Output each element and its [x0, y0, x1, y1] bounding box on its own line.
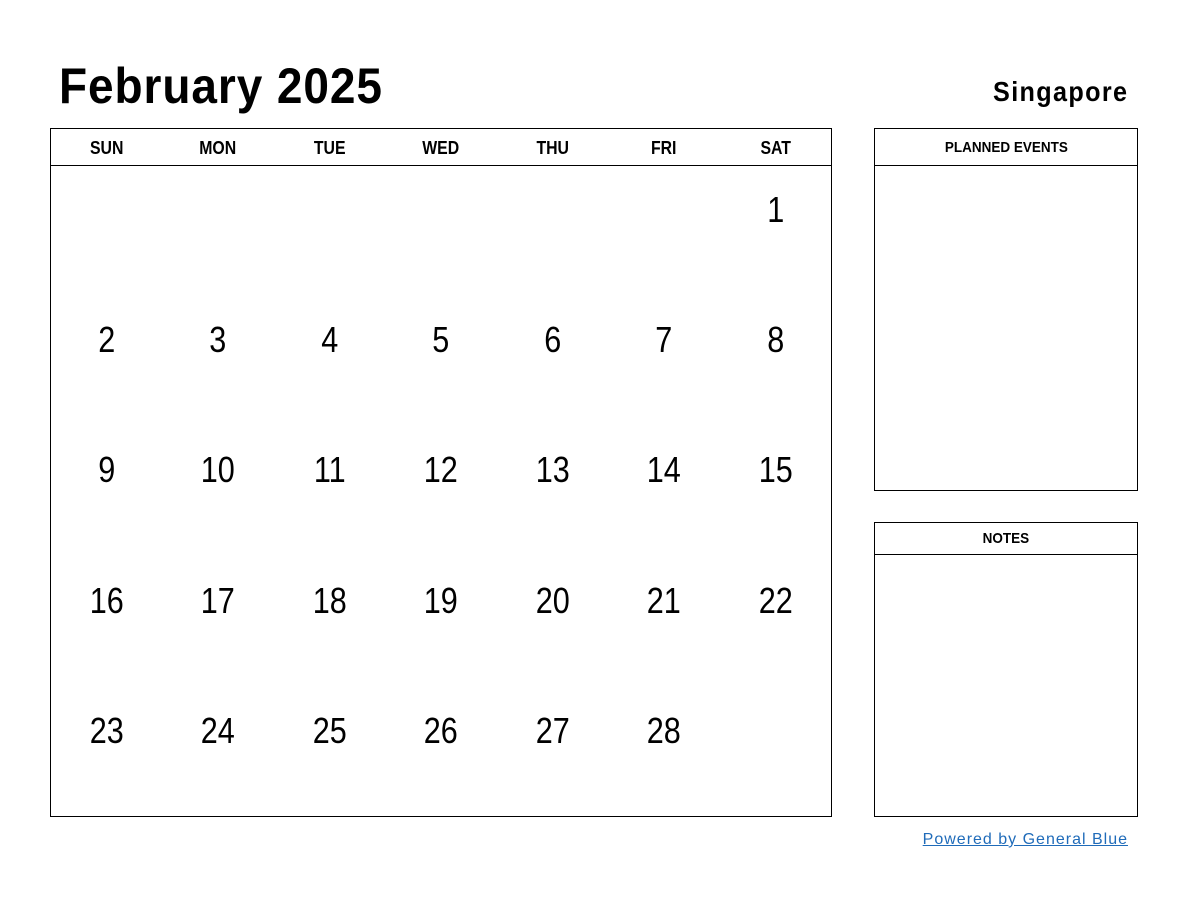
day-cell: 4 — [321, 319, 339, 361]
day-cell: 17 — [201, 579, 236, 621]
empty-day-cell — [59, 166, 154, 296]
notes-panel: NOTES — [874, 522, 1138, 817]
empty-day-cell — [282, 166, 377, 296]
day-cell: 10 — [201, 449, 236, 491]
planned-events-label: PLANNED EVENTS — [944, 139, 1068, 156]
day-cell: 24 — [201, 709, 236, 751]
page-title: February 2025 — [59, 58, 383, 114]
planned-events-panel: PLANNED EVENTS — [874, 128, 1138, 491]
day-cell: 26 — [423, 709, 459, 751]
empty-day-cell — [616, 166, 711, 296]
day-cell: 5 — [432, 319, 450, 361]
day-cell: 1 — [766, 189, 784, 230]
day-cell: 3 — [209, 319, 227, 361]
empty-day-cell — [505, 166, 600, 296]
notes-header: NOTES — [875, 523, 1137, 555]
day-cell: 2 — [98, 319, 116, 361]
day-cell: 9 — [98, 449, 116, 491]
weekday-header: THU — [536, 138, 569, 158]
day-cell: 21 — [646, 579, 681, 621]
day-cell: 14 — [646, 449, 681, 491]
day-cell: 27 — [535, 709, 570, 751]
day-cell: 8 — [766, 319, 784, 361]
day-cell: 15 — [758, 449, 793, 491]
day-cell: 13 — [535, 449, 570, 491]
calendar-days: 1 2 3 4 5 6 7 8 9 10 11 12 13 14 15 16 17 18 19 20 21 22 23 24 2… — [51, 166, 831, 817]
day-cell: 7 — [655, 319, 673, 361]
calendar-grid: SUN MON TUE WED THU FRI SAT 1 2 3 4 5 6 7 8 9 10 1… — [50, 128, 832, 817]
day-cell: 19 — [423, 579, 459, 621]
empty-day-cell — [394, 166, 489, 296]
day-cell: 22 — [758, 579, 793, 621]
day-cell: 16 — [89, 579, 124, 621]
weekday-header: MON — [199, 138, 237, 158]
country-label: Singapore — [992, 76, 1128, 107]
day-cell: 18 — [312, 579, 347, 621]
powered-by-link[interactable]: Powered by General Blue — [923, 831, 1128, 849]
day-cell: 28 — [646, 709, 681, 751]
planned-events-header: PLANNED EVENTS — [875, 129, 1137, 166]
empty-day-cell — [728, 687, 823, 817]
day-cell: 25 — [312, 709, 347, 751]
weekday-header-row: SUN MON TUE WED THU FRI SAT — [51, 129, 831, 166]
weekday-header: SAT — [760, 138, 791, 158]
weekday-header: TUE — [313, 138, 346, 158]
weekday-header: SUN — [89, 138, 124, 158]
day-cell: 6 — [543, 319, 561, 361]
empty-day-cell — [171, 166, 266, 296]
day-cell: 11 — [313, 449, 346, 491]
notes-label: NOTES — [982, 530, 1030, 547]
weekday-header: FRI — [651, 138, 677, 158]
day-cell: 12 — [423, 449, 459, 491]
day-cell: 23 — [89, 709, 124, 751]
day-cell: 20 — [535, 579, 570, 621]
weekday-header: WED — [422, 138, 460, 158]
